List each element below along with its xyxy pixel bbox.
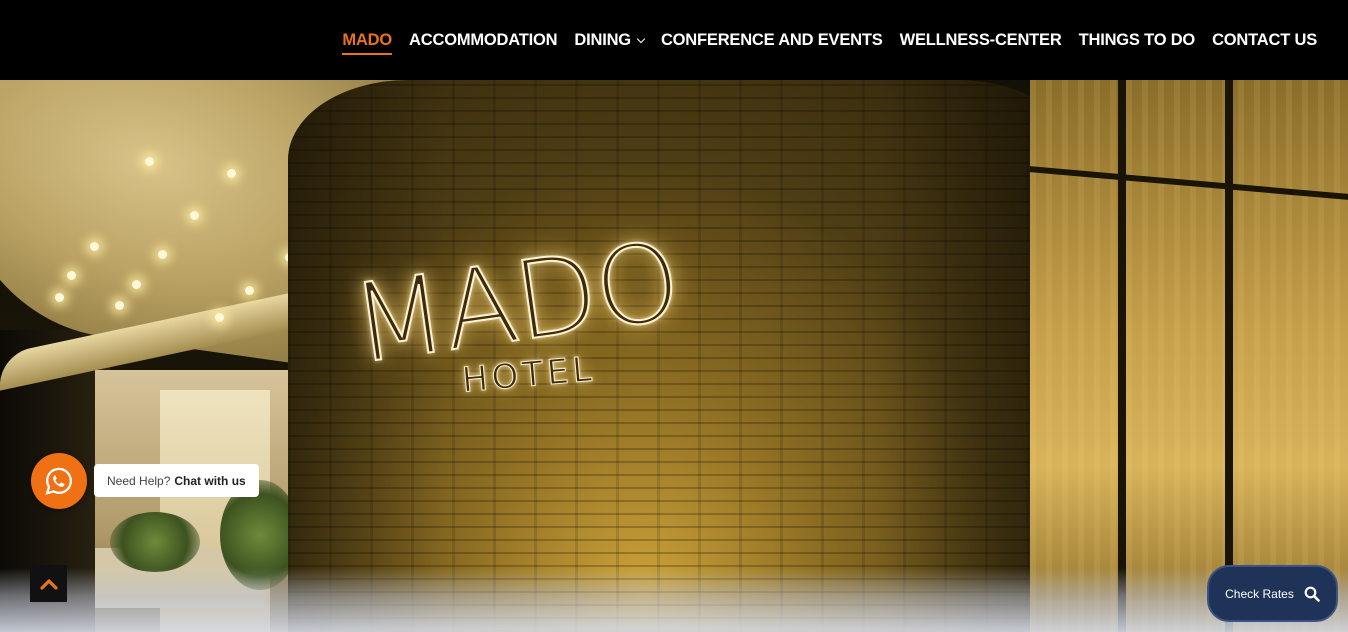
hero-image: MADO HOTEL	[0, 80, 1348, 632]
ceiling-light	[115, 301, 124, 310]
nav-item-label: CONTACT US	[1212, 30, 1317, 49]
ceiling-light	[190, 211, 199, 220]
nav-item-things-to-do[interactable]: THINGS TO DO	[1078, 30, 1196, 50]
nav-item-conference-and-events[interactable]: CONFERENCE AND EVENTS	[661, 31, 883, 50]
plant	[110, 512, 200, 572]
chevron-down-icon	[636, 34, 646, 43]
search-icon	[1304, 586, 1320, 602]
glass-facade	[1030, 80, 1348, 632]
nav-item-label: WELLNESS-CENTER	[899, 30, 1062, 49]
chevron-up-icon	[39, 578, 58, 590]
nav-item-accommodation[interactable]: ACCOMMODATION	[409, 30, 558, 50]
chat-prompt-text: Need Help?	[107, 473, 171, 488]
chat-prompt[interactable]: Need Help? Chat with us	[94, 464, 259, 497]
ceiling-light	[90, 242, 99, 251]
nav-item-mado[interactable]: MADO	[342, 30, 393, 55]
ceiling-light	[145, 157, 154, 166]
ceiling-light	[227, 169, 236, 178]
back-to-top-button[interactable]	[30, 565, 67, 602]
ceiling-light	[132, 280, 141, 289]
whatsapp-button[interactable]	[31, 453, 87, 509]
check-rates-label: Check Rates	[1225, 586, 1294, 601]
nav-item-contact-us[interactable]: CONTACT US	[1212, 31, 1317, 50]
nav-item-label: ACCOMMODATION	[409, 30, 558, 49]
whatsapp-icon	[45, 467, 72, 495]
ceiling-light	[55, 293, 64, 302]
nav-item-label: CONFERENCE AND EVENTS	[660, 30, 883, 49]
nav-item-label: DINING	[574, 30, 631, 49]
nav-item-dining[interactable]: DINING	[574, 30, 646, 50]
ceiling-light	[158, 250, 167, 259]
nav-item-wellness-center[interactable]: WELLNESS-CENTER	[900, 31, 1062, 50]
ceiling-light	[245, 286, 254, 295]
window-frame	[1225, 80, 1233, 632]
nav-item-label: MADO	[342, 30, 393, 49]
site-header: MADO ACCOMMODATION DINING CONFERENCE AND…	[0, 0, 1348, 80]
check-rates-button[interactable]: Check Rates	[1207, 565, 1338, 622]
window-frame	[1030, 166, 1348, 200]
ceiling-light	[67, 271, 76, 280]
ceiling-light	[215, 313, 224, 322]
nav-item-label: THINGS TO DO	[1078, 30, 1196, 49]
chat-link: Chat with us	[174, 473, 246, 488]
main-nav: MADO ACCOMMODATION DINING CONFERENCE AND…	[342, 0, 1317, 80]
window-frame	[1118, 80, 1126, 632]
street	[0, 568, 1348, 632]
